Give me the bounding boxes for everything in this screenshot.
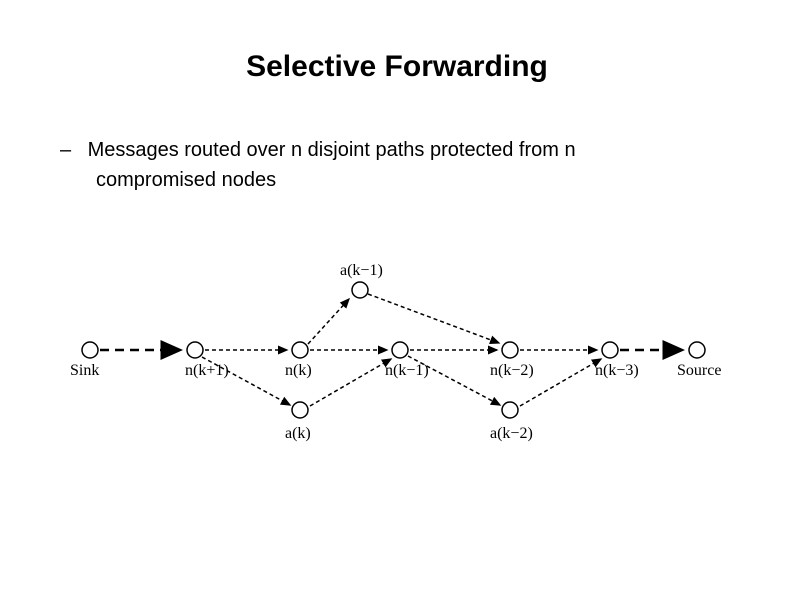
edge-akm1-nkm2 (368, 294, 499, 343)
label-akm1: a(k−1) (340, 262, 383, 279)
edge-nk-akm1 (308, 299, 349, 344)
label-nkm1: n(k−1) (385, 362, 429, 379)
node-nk (292, 342, 308, 358)
label-nkm2: n(k−2) (490, 362, 534, 379)
slide-title: Selective Forwarding (0, 50, 794, 84)
node-nkm3 (602, 342, 618, 358)
bullet-item: – Messages routed over n disjoint paths … (60, 135, 734, 195)
edge-ak-nkm1 (310, 359, 391, 406)
node-sink (82, 342, 98, 358)
label-source: Source (677, 362, 721, 379)
label-ak: a(k) (285, 425, 311, 442)
node-nk1 (187, 342, 203, 358)
label-nk1: n(k+1) (185, 362, 229, 379)
bullet-text-line1: Messages routed over n disjoint paths pr… (88, 139, 576, 161)
label-sink: Sink (70, 362, 99, 379)
label-nk: n(k) (285, 362, 312, 379)
network-diagram: Sink Source n(k+1) n(k) n(k−1) n(k−2) n(… (65, 250, 730, 450)
bullet-dash: – (60, 135, 82, 165)
node-nkm1 (392, 342, 408, 358)
node-akm1 (352, 282, 368, 298)
bullet-text-line2: compromised nodes (96, 165, 734, 195)
label-akm2: a(k−2) (490, 425, 533, 442)
node-nkm2 (502, 342, 518, 358)
node-ak (292, 402, 308, 418)
node-source (689, 342, 705, 358)
node-akm2 (502, 402, 518, 418)
label-nkm3: n(k−3) (595, 362, 639, 379)
